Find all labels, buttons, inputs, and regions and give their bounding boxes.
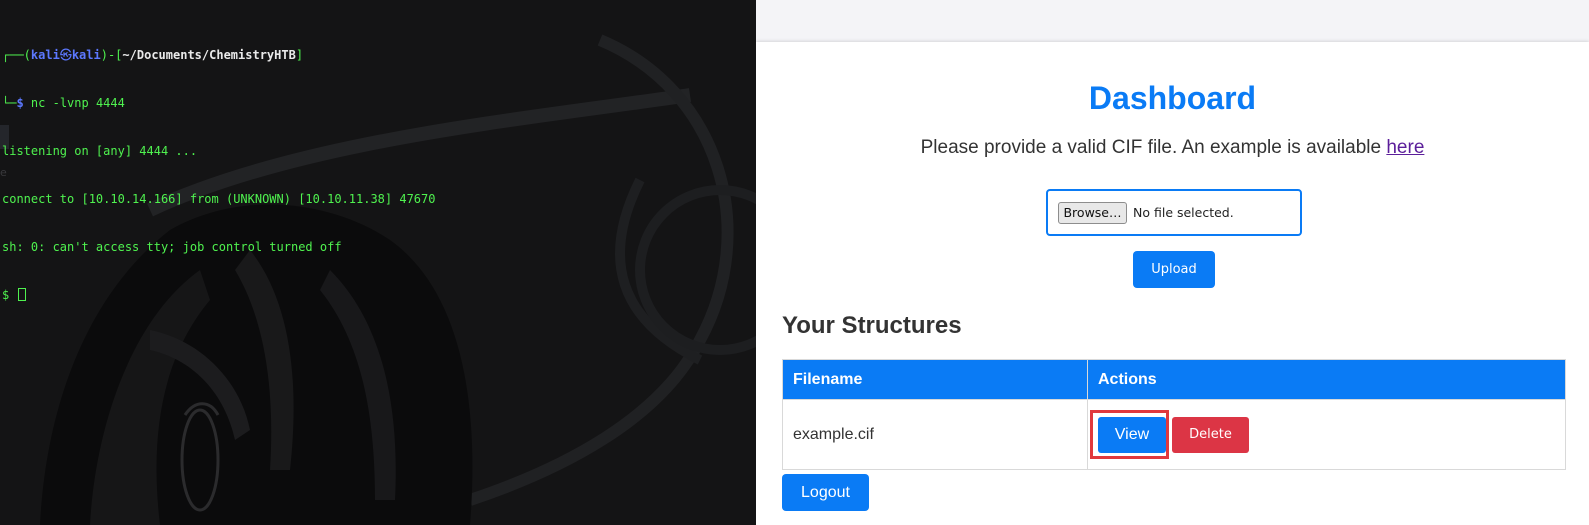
- browser-window: Dashboard Please provide a valid CIF fil…: [756, 0, 1589, 525]
- upload-button[interactable]: Upload: [1133, 251, 1215, 288]
- filename-cell: example.cif: [782, 399, 1088, 470]
- terminal-shell-prompt-line[interactable]: $: [2, 287, 435, 303]
- terminal-command-line: └─$ nc -lvnp 4444: [2, 96, 125, 110]
- terminal-prompt-line: ┌──(kali㉿kali)-[~/Documents/ChemistryHTB…: [2, 48, 304, 62]
- structures-heading: Your Structures: [782, 312, 962, 339]
- file-status-text: No file selected.: [1133, 205, 1234, 220]
- dashboard-page: Dashboard Please provide a valid CIF fil…: [756, 42, 1589, 525]
- terminal-cursor: [18, 288, 27, 301]
- table-row: example.cif View Delete: [782, 399, 1566, 470]
- delete-button[interactable]: Delete: [1172, 416, 1249, 453]
- cif-file-input[interactable]: Browse… No file selected.: [1046, 189, 1302, 236]
- terminal-output-line: listening on [any] 4444 ...: [2, 144, 198, 158]
- header-filename: Filename: [782, 359, 1088, 400]
- prompt-path: ~/Documents/ChemistryHTB: [122, 48, 296, 62]
- actions-cell: View Delete: [1087, 399, 1566, 470]
- table-header-row: Filename Actions: [782, 359, 1566, 400]
- logout-button[interactable]: Logout: [782, 474, 869, 511]
- prompt-separator-icon: ㉿: [59, 48, 72, 62]
- terminal-window[interactable]: e ┌──(kali㉿kali)-[~/Documents/ChemistryH…: [0, 0, 756, 525]
- prompt-host: kali: [71, 48, 101, 62]
- view-button-highlight: View: [1090, 410, 1169, 459]
- header-actions: Actions: [1087, 359, 1566, 400]
- page-title: Dashboard: [1088, 80, 1257, 116]
- browse-button[interactable]: Browse…: [1058, 201, 1127, 224]
- terminal-output-line: sh: 0: can't access tty; job control tur…: [2, 240, 342, 254]
- structures-table: Filename Actions example.cif View Delete: [782, 359, 1566, 470]
- view-button[interactable]: View: [1098, 416, 1166, 453]
- shell-prompt: $: [2, 288, 10, 302]
- instructions-text: Please provide a valid CIF file. An exam…: [920, 137, 1387, 158]
- upload-instructions: Please provide a valid CIF file. An exam…: [756, 137, 1589, 159]
- terminal-command: nc -lvnp 4444: [30, 96, 125, 110]
- terminal-output: ┌──(kali㉿kali)-[~/Documents/ChemistryHTB…: [2, 15, 435, 335]
- prompt-user: kali: [30, 48, 60, 62]
- terminal-output-line: connect to [10.10.14.166] from (UNKNOWN)…: [2, 192, 436, 206]
- example-file-link[interactable]: here: [1386, 137, 1424, 158]
